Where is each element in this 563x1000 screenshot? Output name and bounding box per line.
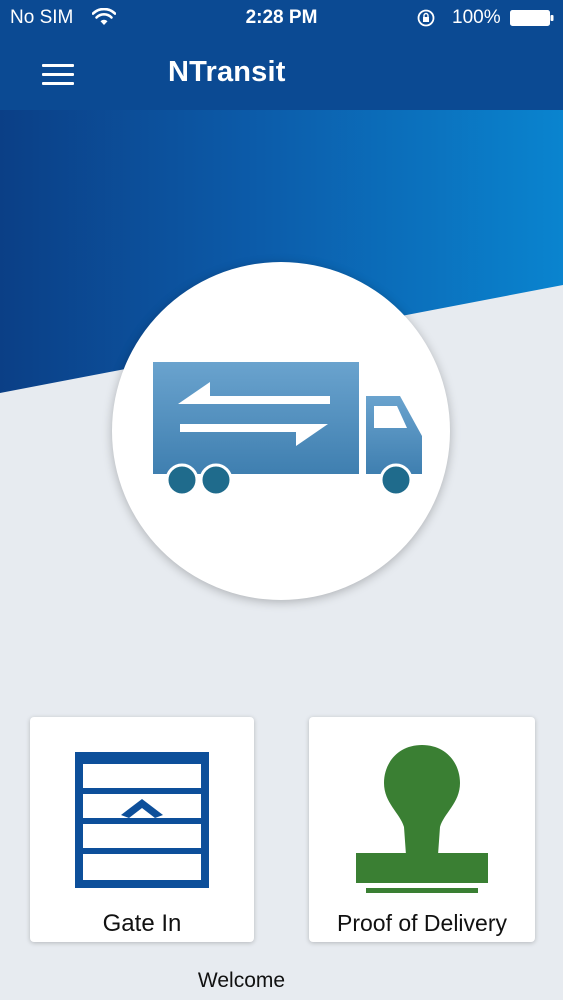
rubber-stamp-icon [356,745,488,893]
proof-of-delivery-label: Proof of Delivery [336,910,507,936]
battery-icon [510,10,554,26]
gate-in-button[interactable]: Gate In [30,717,254,942]
truck-logo [112,262,450,600]
welcome-text: Welcome [197,969,286,992]
battery-percentage: 100% [452,7,501,28]
truck-icon [153,362,422,497]
garage-door-icon [75,752,209,888]
hamburger-menu-icon-line [42,73,74,76]
hamburger-menu-icon-line [42,64,74,67]
proof-of-delivery-button[interactable]: Proof of Delivery [309,717,535,942]
menu-button[interactable] [40,60,78,90]
app-title: NTransit [168,56,286,88]
gate-in-label: Gate In [102,910,182,937]
rotation-lock-icon [417,9,435,27]
navigation-bar: NTransit [0,38,563,110]
hamburger-menu-icon-line [42,82,74,85]
status-bar: No SIM 2:28 PM 100% [0,0,563,38]
